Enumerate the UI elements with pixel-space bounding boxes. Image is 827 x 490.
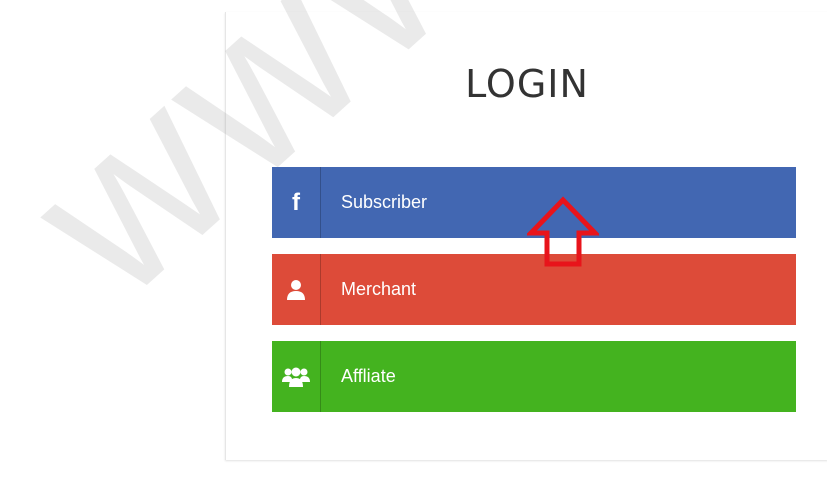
login-card: LOGIN f Subscriber Merchant Affliate [225,12,827,460]
annotation-arrow-icon [527,196,599,267]
subscriber-label: Subscriber [341,192,428,212]
affiliate-label: Affliate [341,366,396,386]
users-group-icon [272,341,321,412]
merchant-label: Merchant [341,279,417,299]
user-icon [272,254,321,325]
facebook-icon: f [272,167,321,238]
affiliate-login-button[interactable]: Affliate [272,341,796,412]
page-title: LOGIN [465,62,589,106]
